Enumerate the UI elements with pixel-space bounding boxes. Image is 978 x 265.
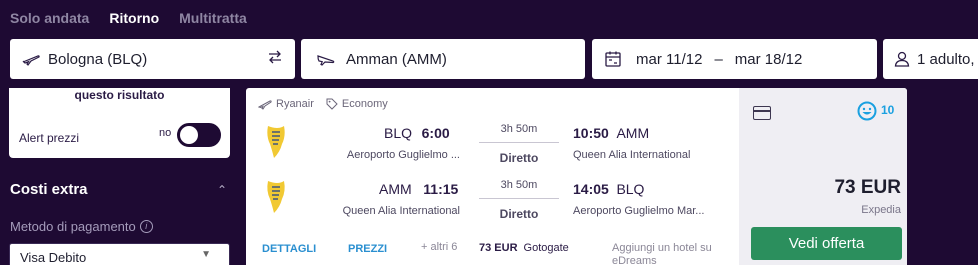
origin-field[interactable]: Bologna (BLQ) [10,39,295,79]
return-dep-time: 11:15 [423,181,459,197]
ryanair-logo-icon [267,126,285,158]
return-arrival: 14:05 BLQ [573,181,644,197]
return-arr-time: 14:05 [573,181,609,197]
airline-name: Ryanair [276,98,314,110]
passengers-value: 1 adulto, [917,50,975,68]
outbound-duration: 3h 50m [500,123,538,135]
payment-method-select[interactable]: Visa Debito ▼ [9,243,230,265]
prices-link[interactable]: PREZZI [348,243,387,255]
plane-landing-icon [315,48,337,70]
add-hotel-link[interactable]: Aggiungi un hotel su eDreams [612,242,742,265]
score-value: 10 [881,103,895,117]
alt-offer-provider: Gotogate [523,242,569,254]
price-panel: 10 73 EUR Expedia Vedi offerta [739,88,907,265]
ryanair-logo-icon [267,181,285,213]
origin-value: Bologna (BLQ) [48,50,148,68]
user-icon [891,48,913,70]
cabin-class: Economy [341,98,388,110]
details-link[interactable]: DETTAGLI [262,243,316,255]
dates-field[interactable]: mar 11/12 – mar 18/12 [592,39,877,79]
plane-icon [258,100,272,110]
calendar-icon [602,48,624,70]
credit-card-icon[interactable] [753,106,771,120]
destination-value: Amman (AMM) [346,50,447,68]
result-footer: DETTAGLI PREZZI + altri 6 73 EUR Gotogate… [246,236,738,265]
price-alert-heading: questo risultato [74,88,165,102]
price-alert-state: no [159,127,172,139]
airline-meta: Ryanair [258,98,314,110]
date-return: mar 18/12 [734,50,803,68]
alt-offer[interactable]: 73 EUR Gotogate [479,242,569,254]
date-outbound: mar 11/12 [636,50,703,68]
return-stops: Diretto [499,207,539,221]
tag-icon [326,98,338,110]
passengers-field[interactable]: 1 adulto, [883,39,978,79]
cabin-meta: Economy [326,98,388,110]
tab-round-trip[interactable]: Ritorno [109,9,159,27]
tab-one-way[interactable]: Solo andata [10,9,89,27]
return-dep-code: AMM [379,181,412,197]
outbound-divider [479,142,559,143]
payment-method-text: Metodo di pagamento [10,219,136,234]
outbound-arr-time: 10:50 [573,125,609,141]
destination-field[interactable]: Amman (AMM) [301,39,585,79]
info-icon[interactable]: i [139,220,153,233]
outbound-arr-airport: Queen Alia International [573,149,691,161]
plane-takeoff-icon [20,48,42,70]
chevron-down-icon: ▼ [201,249,211,260]
chevron-up-icon[interactable]: ⌃ [217,183,227,197]
outbound-departure: BLQ 6:00 [384,125,450,141]
price-alert-label: Alert prezzi [19,131,80,145]
return-duration: 3h 50m [500,179,538,191]
toggle-knob [180,126,198,144]
return-departure: AMM 11:15 [379,181,458,197]
outbound-dep-time: 6:00 [421,125,450,141]
return-arr-code: BLQ [616,181,645,197]
price-alert-toggle[interactable] [177,123,221,147]
smiley-icon [857,101,877,121]
payment-method-label: Metodo di pagamento i [10,219,153,234]
outbound-arrival: 10:50 AMM [573,125,649,141]
price-provider: Expedia [861,204,901,216]
date-separator: – [714,50,723,68]
return-arr-airport: Aeroporto Guglielmo Mar... [573,205,705,217]
tab-multi-city[interactable]: Multitratta [179,9,247,27]
outbound-arr-code: AMM [616,125,650,141]
extra-costs-heading[interactable]: Costi extra [10,181,88,198]
view-offer-button[interactable]: Vedi offerta [751,227,902,260]
other-offers-count[interactable]: + altri 6 [421,241,457,253]
return-dep-airport: Queen Alia International [342,205,460,217]
outbound-stops: Diretto [499,151,539,165]
price-alert-card: questo risultato Alert prezzi no [9,88,230,158]
outbound-dep-code: BLQ [384,125,413,141]
swap-icon[interactable] [267,49,283,69]
outbound-dep-airport: Aeroporto Guglielmo ... [346,149,460,161]
price-value: 73 EUR [834,177,901,198]
return-divider [479,198,559,199]
trip-type-tabs: Solo andata Ritorno Multitratta [10,9,267,27]
flight-result-card: Ryanair Economy BLQ 6:00 Aeroporto Gugli… [246,88,907,265]
alt-offer-price: 73 EUR [479,242,518,254]
payment-method-value: Visa Debito [20,250,87,265]
flight-meta: Ryanair Economy [258,98,388,110]
